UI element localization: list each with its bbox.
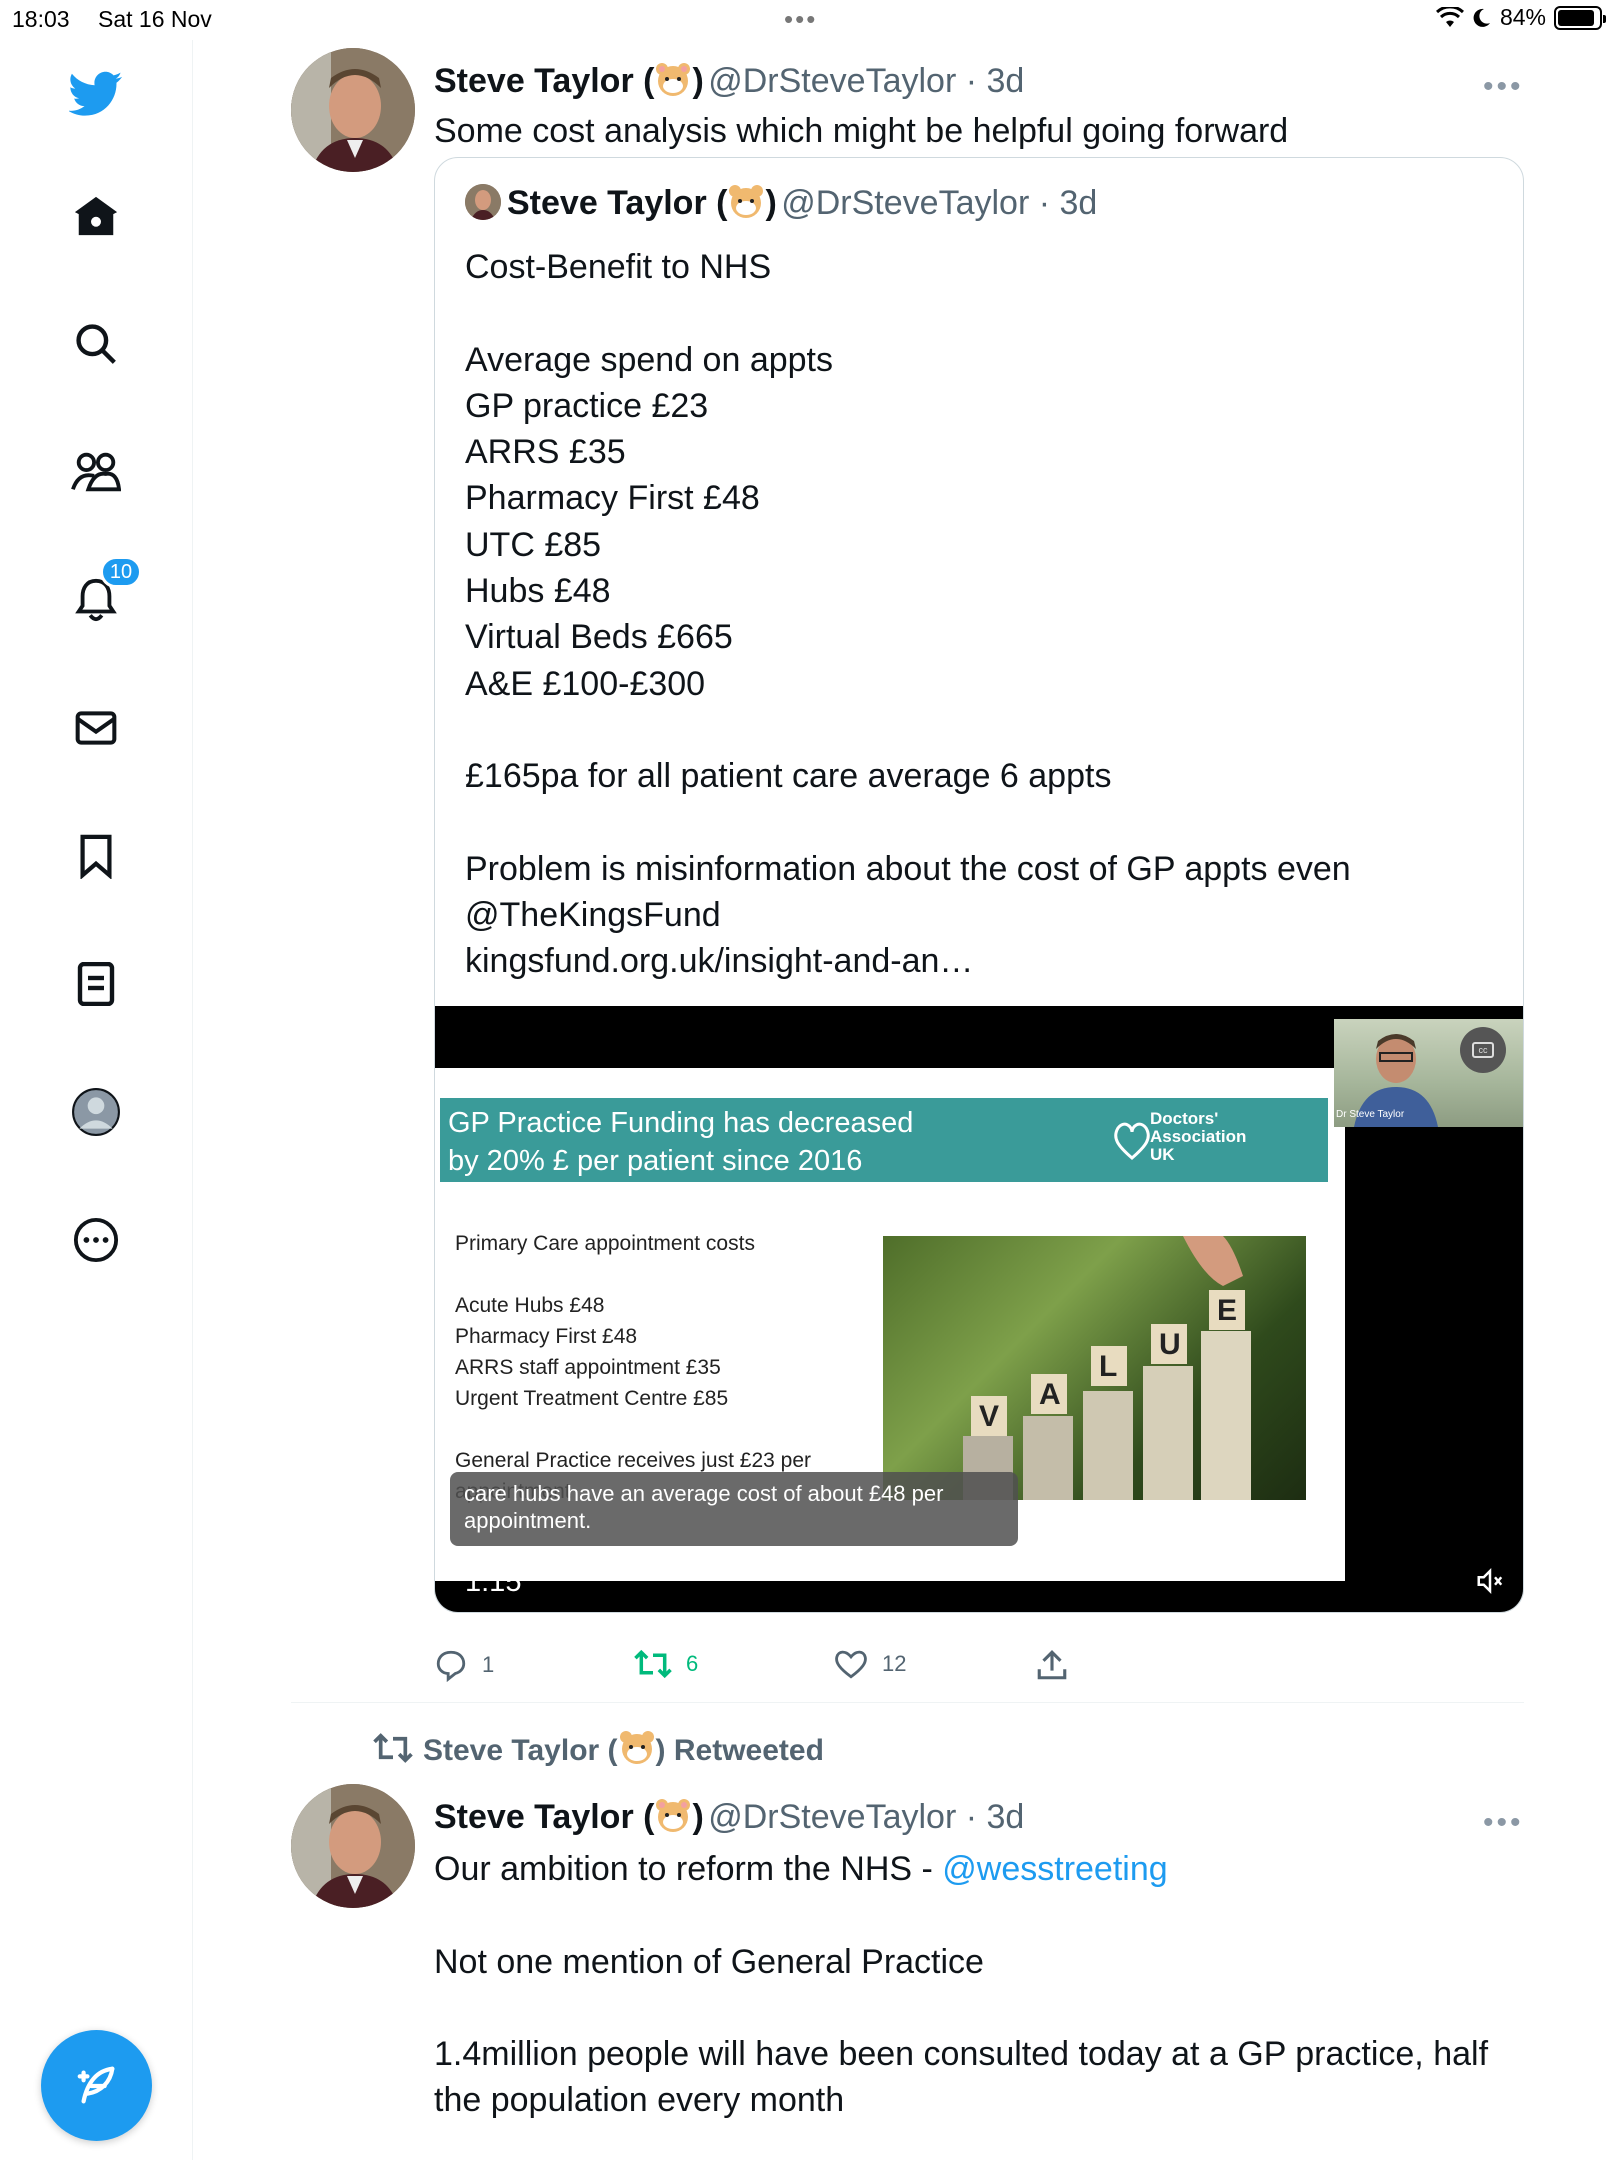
tweet-paragraph: 1.4million people will have been consult…: [434, 2035, 1489, 2120]
retweeter-name: Steve Taylor (: [423, 1734, 618, 1767]
hamster-emoji-icon: [618, 1728, 656, 1766]
tweet-header: Steve Taylor () @DrSteveTaylor · 3d: [434, 60, 1024, 101]
mail-icon[interactable]: [66, 698, 126, 758]
hamster-emoji-icon: [654, 60, 692, 98]
tweet-more-icon[interactable]: •••: [1483, 70, 1524, 104]
wifi-icon: [1435, 6, 1464, 27]
quote-tweet[interactable]: Steve Taylor () @DrSteveTaylor · 3d Cost…: [434, 157, 1524, 1613]
video-timestamp: 1:15: [465, 1566, 522, 1598]
quote-avatar: [465, 184, 501, 220]
tweet-handle[interactable]: @DrSteveTaylor · 3d: [708, 1798, 1024, 1836]
like-count: 12: [882, 1651, 907, 1676]
tweet-text-line: Our ambition to reform the NHS -: [434, 1850, 943, 1888]
reply-button[interactable]: 1: [434, 1648, 494, 1682]
like-button[interactable]: 12: [834, 1648, 906, 1680]
tweet-author-name[interactable]: Steve Taylor (: [434, 62, 654, 100]
search-icon[interactable]: [66, 314, 126, 374]
avatar[interactable]: [291, 48, 415, 172]
slide-banner: GP Practice Funding has decreased by 20%…: [440, 1098, 1328, 1182]
closed-captions-button[interactable]: cc: [1460, 1027, 1506, 1073]
quote-handle: @DrSteveTaylor · 3d: [781, 184, 1098, 222]
twitter-bird-icon[interactable]: [66, 64, 126, 124]
home-icon[interactable]: [66, 186, 126, 246]
battery-icon: [1554, 5, 1606, 30]
status-bar: 18:03 Sat 16 Nov ••• 84%: [0, 0, 1620, 40]
profile-icon[interactable]: [66, 1082, 126, 1142]
bookmark-icon[interactable]: [66, 826, 126, 886]
tweet-paragraph: Not one mention of General Practice: [434, 1942, 984, 1981]
slide-body-text: Primary Care appointment costs Acute Hub…: [455, 1232, 812, 1503]
moon-icon: [1473, 8, 1490, 27]
video-player[interactable]: GP Practice Funding has decreased by 20%…: [435, 1006, 1523, 1612]
tweet-handle[interactable]: @DrSteveTaylor · 3d: [708, 62, 1024, 100]
quote-author-name-close: ): [765, 184, 777, 222]
retweet-button[interactable]: 6: [634, 1648, 698, 1680]
mention-link[interactable]: @wesstreeting: [942, 1850, 1167, 1888]
video-caption: care hubs have an average cost of about …: [450, 1472, 1018, 1546]
slide-title: GP Practice Funding has decreased by 20%…: [448, 1107, 914, 1177]
more-circle-icon[interactable]: [66, 1210, 126, 1270]
tweet-text: Some cost analysis which might be helpfu…: [434, 112, 1289, 150]
presenter-webcam: Dr Steve Taylor cc: [1334, 1019, 1523, 1127]
quote-header: Steve Taylor () @DrSteveTaylor · 3d: [465, 182, 1097, 223]
tweet-author-name[interactable]: Steve Taylor (: [434, 1798, 654, 1836]
battery-percent: 84%: [1499, 4, 1546, 30]
share-icon: [1037, 1650, 1067, 1680]
hamster-emoji-icon: [727, 182, 765, 220]
svg-text:U: U: [1159, 1328, 1181, 1361]
tweet-actions: 1 6 12: [434, 1648, 1524, 1692]
retweet-icon: [373, 1733, 413, 1763]
communities-icon[interactable]: [66, 442, 126, 502]
tweet-author-name-close: ): [692, 1798, 704, 1836]
status-date: Sat 16 Nov: [98, 6, 212, 32]
compose-button[interactable]: [41, 2030, 152, 2141]
svg-text:V: V: [979, 1400, 999, 1433]
quote-author-name: Steve Taylor (: [507, 184, 728, 222]
tweet-more-icon[interactable]: •••: [1483, 1806, 1524, 1840]
tweet-text: Our ambition to reform the NHS - @wesstr…: [434, 1846, 1494, 2160]
value-coins-image: V A L U E: [883, 1236, 1306, 1500]
quote-text: Cost-Benefit to NHS Average spend on app…: [465, 248, 1351, 981]
compose-icon: [77, 2066, 114, 2103]
notifications-badge: 10: [100, 556, 142, 588]
retweeted-label: ) Retweeted: [655, 1734, 824, 1767]
cc-icon: cc: [1472, 1042, 1494, 1058]
slide-logo-text: Doctors' Association UK: [1150, 1109, 1247, 1164]
reply-icon: [436, 1650, 466, 1682]
retweeted-by[interactable]: Steve Taylor ( ) Retweeted: [373, 1728, 824, 1768]
reply-count: 1: [482, 1652, 495, 1677]
svg-text:A: A: [1039, 1378, 1061, 1411]
tweet-header: Steve Taylor () @DrSteveTaylor · 3d: [434, 1796, 1024, 1837]
lists-icon[interactable]: [66, 954, 126, 1014]
pip-name-label: Dr Steve Taylor: [1336, 1109, 1405, 1120]
retweet-count: 6: [686, 1651, 699, 1676]
status-time: 18:03: [12, 6, 70, 32]
mute-icon[interactable]: [1475, 1566, 1505, 1596]
tweet-divider: [291, 1702, 1524, 1703]
hamster-emoji-icon: [654, 1796, 692, 1834]
heart-logo-icon: [1114, 1122, 1150, 1160]
avatar[interactable]: [291, 1784, 415, 1908]
svg-text:E: E: [1217, 1294, 1237, 1327]
svg-text:L: L: [1099, 1350, 1117, 1383]
sidebar-nav: 10: [0, 40, 193, 2160]
like-icon: [835, 1650, 867, 1679]
multitasking-dots-icon[interactable]: •••: [784, 4, 817, 35]
retweet-icon: [634, 1649, 672, 1679]
tweet-author-name-close: ): [692, 62, 704, 100]
share-button[interactable]: [1036, 1648, 1068, 1682]
